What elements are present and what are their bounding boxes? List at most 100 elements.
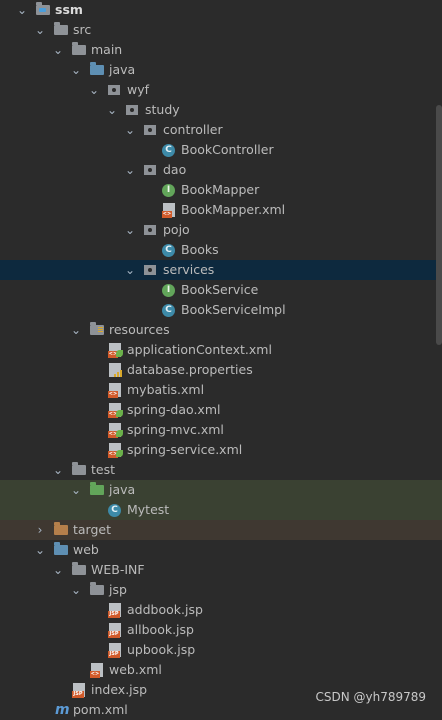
spring-xml-file-icon: <> — [108, 423, 123, 438]
tree-label: applicationContext.xml — [127, 342, 272, 357]
tree-row-dao[interactable]: ⌄ dao — [0, 160, 442, 180]
chevron-down-icon[interactable]: ⌄ — [106, 100, 118, 120]
jsp-file-icon: JSP — [72, 683, 85, 698]
test-class-icon: C — [108, 504, 121, 517]
tree-row-test[interactable]: ⌄ test — [0, 460, 442, 480]
tree-row-jsp[interactable]: ⌄ jsp — [0, 580, 442, 600]
vertical-scrollbar[interactable] — [436, 105, 442, 345]
chevron-down-icon[interactable]: ⌄ — [88, 80, 100, 100]
tree-row-bookserviceimpl[interactable]: C BookServiceImpl — [0, 300, 442, 320]
chevron-down-icon[interactable]: ⌄ — [52, 460, 64, 480]
tree-label: BookServiceImpl — [181, 302, 286, 317]
tree-label: allbook.jsp — [127, 622, 194, 637]
chevron-down-icon[interactable]: ⌄ — [124, 120, 136, 140]
tree-row-spring-dao[interactable]: <> spring-dao.xml — [0, 400, 442, 420]
tree-row-test-java[interactable]: ⌄ java — [0, 480, 442, 500]
tree-label: addbook.jsp — [127, 602, 203, 617]
package-icon — [144, 225, 156, 235]
tree-label: java — [109, 482, 136, 497]
tree-label: web — [73, 542, 99, 557]
chevron-down-icon[interactable]: ⌄ — [52, 560, 64, 580]
tree-label: index.jsp — [91, 682, 148, 697]
tree-row-spring-service[interactable]: <> spring-service.xml — [0, 440, 442, 460]
tree-row-web[interactable]: ⌄ web — [0, 540, 442, 560]
tree-row-applicationcontext[interactable]: <> applicationContext.xml — [0, 340, 442, 360]
tree-row-database-properties[interactable]: database.properties — [0, 360, 442, 380]
web-folder-icon — [54, 542, 68, 555]
tree-row-addbook[interactable]: JSP addbook.jsp — [0, 600, 442, 620]
tree-label: java — [109, 62, 136, 77]
tree-row-main[interactable]: ⌄ main — [0, 40, 442, 60]
tree-row-study[interactable]: ⌄ study — [0, 100, 442, 120]
tree-row-bookmapper-xml[interactable]: <> BookMapper.xml — [0, 200, 442, 220]
csdn-watermark: CSDN @yh789789 — [315, 690, 426, 704]
tree-row-bookmapper[interactable]: I BookMapper — [0, 180, 442, 200]
chevron-down-icon[interactable]: ⌄ — [70, 60, 82, 80]
folder-icon — [54, 22, 68, 35]
tree-row-target[interactable]: › target — [0, 520, 442, 540]
tree-row-ssm[interactable]: ⌄ ssm — [0, 0, 442, 20]
tree-row-books[interactable]: C Books — [0, 240, 442, 260]
tree-label: pojo — [163, 222, 190, 237]
package-icon — [126, 105, 138, 115]
tree-row-resources[interactable]: ⌄ resources — [0, 320, 442, 340]
tree-label: BookMapper — [181, 182, 260, 197]
chevron-down-icon[interactable]: ⌄ — [16, 0, 28, 20]
chevron-down-icon[interactable]: ⌄ — [124, 160, 136, 180]
tree-label: BookMapper.xml — [181, 202, 286, 217]
interface-icon: I — [162, 184, 175, 197]
source-folder-icon — [90, 62, 104, 75]
tree-row-upbook[interactable]: JSP upbook.jsp — [0, 640, 442, 660]
chevron-down-icon[interactable]: ⌄ — [124, 220, 136, 240]
package-icon — [108, 85, 120, 95]
chevron-down-icon[interactable]: ⌄ — [70, 580, 82, 600]
tree-row-java[interactable]: ⌄ java — [0, 60, 442, 80]
chevron-down-icon[interactable]: ⌄ — [70, 320, 82, 340]
tree-row-mybatis[interactable]: <> mybatis.xml — [0, 380, 442, 400]
tree-row-webinf[interactable]: ⌄ WEB-INF — [0, 560, 442, 580]
tree-label: Books — [181, 242, 219, 257]
tree-row-bookcontroller[interactable]: C BookController — [0, 140, 442, 160]
chevron-down-icon[interactable]: ⌄ — [52, 40, 64, 60]
chevron-right-icon[interactable]: › — [34, 520, 46, 540]
tree-label: Mytest — [127, 502, 170, 517]
spring-xml-file-icon: <> — [108, 343, 123, 358]
tree-label: upbook.jsp — [127, 642, 196, 657]
folder-icon — [72, 562, 86, 575]
tree-row-src[interactable]: ⌄ src — [0, 20, 442, 40]
package-icon — [144, 265, 156, 275]
tree-row-wyf[interactable]: ⌄ wyf — [0, 80, 442, 100]
tree-row-allbook[interactable]: JSP allbook.jsp — [0, 620, 442, 640]
tree-label: jsp — [109, 582, 127, 597]
tree-label: resources — [109, 322, 170, 337]
excluded-folder-icon — [54, 522, 68, 535]
class-icon: C — [162, 304, 175, 317]
folder-icon — [90, 582, 104, 595]
properties-file-icon — [109, 363, 122, 377]
jsp-file-icon: JSP — [108, 623, 121, 638]
tree-row-pojo[interactable]: ⌄ pojo — [0, 220, 442, 240]
tree-label: web.xml — [109, 662, 162, 677]
tree-row-webxml[interactable]: <> web.xml — [0, 660, 442, 680]
chevron-down-icon[interactable]: ⌄ — [70, 480, 82, 500]
tree-label: main — [91, 42, 123, 57]
tree-row-controller[interactable]: ⌄ controller — [0, 120, 442, 140]
tree-row-mytest[interactable]: C Mytest — [0, 500, 442, 520]
tree-row-bookservice[interactable]: I BookService — [0, 280, 442, 300]
chevron-down-icon[interactable]: ⌄ — [34, 20, 46, 40]
tree-label: dao — [163, 162, 187, 177]
tree-row-services[interactable]: ⌄ services — [0, 260, 442, 280]
tree-label: study — [145, 102, 180, 117]
chevron-down-icon[interactable]: ⌄ — [124, 260, 136, 280]
tree-label: pom.xml — [73, 702, 128, 717]
chevron-down-icon[interactable]: ⌄ — [34, 540, 46, 560]
jsp-file-icon: JSP — [108, 603, 121, 618]
jsp-file-icon: JSP — [108, 643, 121, 658]
tree-row-spring-mvc[interactable]: <> spring-mvc.xml — [0, 420, 442, 440]
tree-label: database.properties — [127, 362, 253, 377]
web-xml-file-icon: <> — [90, 663, 103, 678]
tree-label: test — [91, 462, 116, 477]
tree-label: mybatis.xml — [127, 382, 205, 397]
tree-label: ssm — [55, 2, 83, 17]
folder-icon — [72, 42, 86, 55]
